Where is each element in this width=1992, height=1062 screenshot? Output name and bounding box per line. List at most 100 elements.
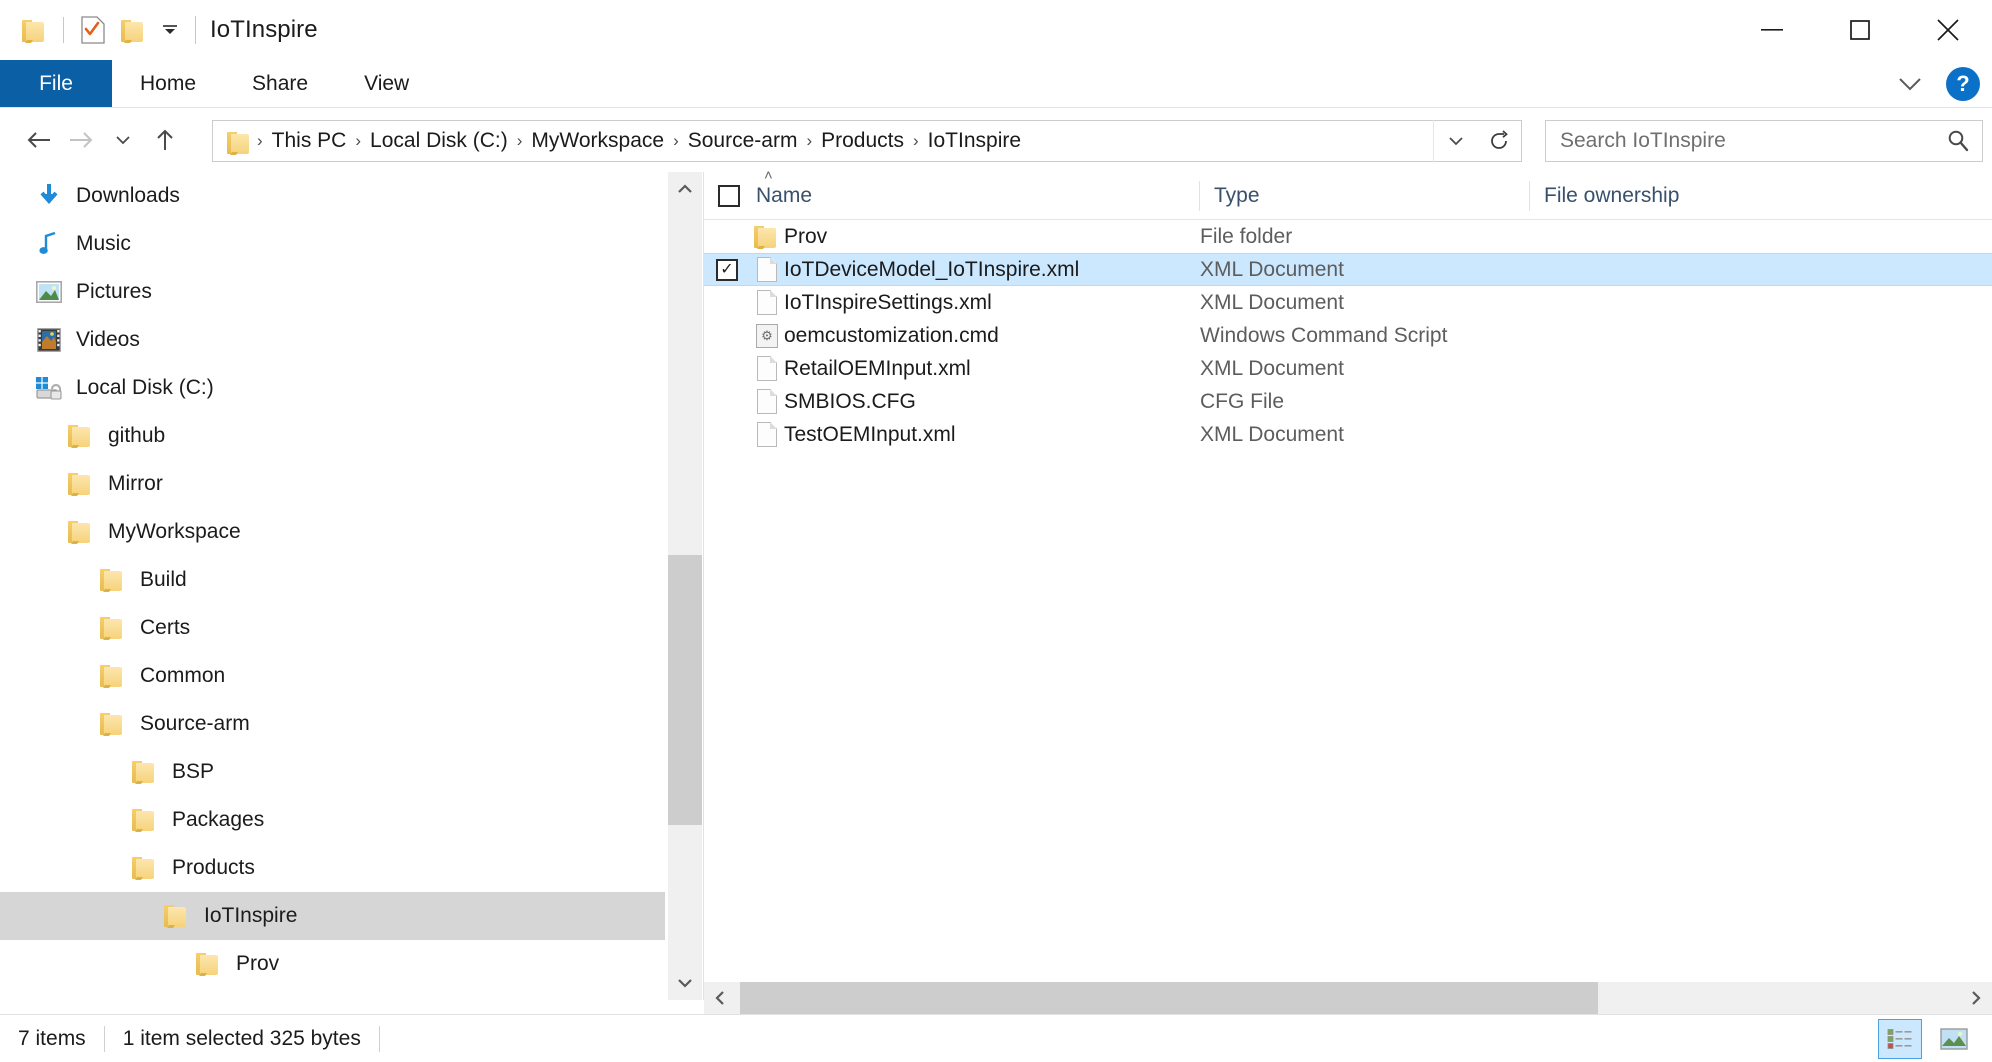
tab-share[interactable]: Share — [224, 60, 336, 107]
column-header-row: ˄ Name Type File ownership — [704, 172, 1992, 220]
title-bar: IoTInspire — [0, 0, 1992, 60]
column-header-type[interactable]: Type — [1200, 172, 1530, 220]
column-header-type-label: Type — [1214, 184, 1260, 208]
xml-file-icon — [750, 290, 784, 315]
expand-ribbon-chevron-down-icon[interactable] — [1890, 64, 1930, 104]
column-header-name[interactable]: ˄ Name — [704, 172, 1200, 220]
details-view-button[interactable] — [1878, 1019, 1922, 1059]
forward-button[interactable] — [60, 117, 102, 163]
scroll-left-arrow-icon[interactable] — [704, 982, 736, 1014]
table-row[interactable]: ⚙oemcustomization.cmdWindows Command Scr… — [704, 319, 1992, 352]
sidebar-item-pictures[interactable]: Pictures — [0, 268, 665, 316]
tab-view[interactable]: View — [336, 60, 437, 107]
sidebar-item-packages[interactable]: Packages — [0, 796, 665, 844]
ribbon-right-controls: ? — [1890, 60, 1980, 108]
table-row[interactable]: TestOEMInput.xmlXML Document — [704, 418, 1992, 451]
sidebar-item-music[interactable]: Music — [0, 220, 665, 268]
file-name-cell: RetailOEMInput.xml — [784, 357, 1200, 381]
sidebar-item-products[interactable]: Products — [0, 844, 665, 892]
new-folder-icon[interactable] — [113, 10, 153, 50]
large-icons-view-button[interactable] — [1932, 1019, 1976, 1059]
help-button[interactable]: ? — [1946, 67, 1980, 101]
breadcrumb-item-products[interactable]: Products — [814, 129, 911, 153]
file-type-cell: XML Document — [1200, 291, 1530, 315]
status-item-count: 7 items — [0, 1027, 104, 1051]
quick-access-toolbar: IoTInspire — [0, 10, 318, 50]
table-row[interactable]: IoTInspireSettings.xmlXML Document — [704, 286, 1992, 319]
search-box[interactable]: Search IoTInspire — [1545, 120, 1983, 162]
sidebar-item-myworkspace[interactable]: MyWorkspace — [0, 508, 665, 556]
tab-home[interactable]: Home — [112, 60, 224, 107]
select-all-checkbox[interactable] — [718, 185, 740, 207]
column-header-file-ownership[interactable]: File ownership — [1530, 172, 1890, 220]
status-divider — [379, 1026, 380, 1052]
sidebar-item-label: Source-arm — [140, 712, 250, 736]
recent-locations-chevron-down-icon[interactable] — [102, 117, 144, 163]
row-checkbox[interactable]: ✓ — [704, 259, 750, 281]
sidebar-item-bsp[interactable]: BSP — [0, 748, 665, 796]
navigation-scrollbar-thumb[interactable] — [668, 555, 702, 825]
file-rows: ProvFile folder✓IoTDeviceModel_IoTInspir… — [704, 220, 1992, 451]
navigation-pane-scrollbar[interactable] — [668, 172, 702, 1000]
tab-file[interactable]: File — [0, 60, 112, 107]
table-row[interactable]: RetailOEMInput.xmlXML Document — [704, 352, 1992, 385]
window-title: IoTInspire — [210, 16, 318, 44]
address-dropdown-chevron-down-icon[interactable] — [1433, 120, 1477, 162]
sidebar-item-common[interactable]: Common — [0, 652, 665, 700]
horizontal-scrollbar-thumb[interactable] — [740, 982, 1598, 1014]
sidebar-item-github[interactable]: github — [0, 412, 665, 460]
sidebar-item-label: Prov — [236, 952, 279, 976]
breadcrumb-item-myworkspace[interactable]: MyWorkspace — [524, 129, 671, 153]
sidebar-item-mirror[interactable]: Mirror — [0, 460, 665, 508]
music-icon — [34, 229, 64, 259]
minimize-button[interactable] — [1728, 0, 1816, 60]
folder-icon — [66, 517, 96, 547]
table-row[interactable]: ✓IoTDeviceModel_IoTInspire.xmlXML Docume… — [704, 253, 1992, 286]
sidebar-item-producta[interactable]: ProductA — [0, 988, 665, 1000]
scroll-right-arrow-icon[interactable] — [1960, 982, 1992, 1014]
folder-icon — [194, 949, 224, 979]
file-type-cell: CFG File — [1200, 390, 1530, 414]
breadcrumb-separator: › — [804, 131, 814, 151]
folder-icon[interactable] — [14, 10, 54, 50]
search-input[interactable]: Search IoTInspire — [1560, 129, 1946, 153]
sidebar-item-label: Products — [172, 856, 255, 880]
status-selection-info: 1 item selected 325 bytes — [105, 1027, 379, 1051]
breadcrumb-item-iotinspire[interactable]: IoTInspire — [921, 129, 1028, 153]
sidebar-item-downloads[interactable]: Downloads — [0, 172, 665, 220]
sidebar-item-label: Build — [140, 568, 187, 592]
address-bar[interactable]: › This PC › Local Disk (C:) › MyWorkspac… — [212, 120, 1522, 162]
table-row[interactable]: ProvFile folder — [704, 220, 1992, 253]
folder-icon — [98, 613, 128, 643]
sidebar-item-source-arm[interactable]: Source-arm — [0, 700, 665, 748]
sidebar-item-label: MyWorkspace — [108, 520, 241, 544]
sidebar-item-certs[interactable]: Certs — [0, 604, 665, 652]
folder-icon — [66, 469, 96, 499]
close-button[interactable] — [1904, 0, 1992, 60]
refresh-button[interactable] — [1477, 120, 1521, 162]
folder-icon — [98, 565, 128, 595]
properties-icon[interactable] — [73, 10, 113, 50]
sidebar-item-iotinspire[interactable]: IoTInspire — [0, 892, 665, 940]
sidebar-item-build[interactable]: Build — [0, 556, 665, 604]
sidebar-item-prov[interactable]: Prov — [0, 940, 665, 988]
up-button[interactable] — [144, 117, 186, 163]
sidebar-item-videos[interactable]: Videos — [0, 316, 665, 364]
search-icon[interactable] — [1946, 129, 1970, 153]
sidebar-item-local-disk-c[interactable]: Local Disk (C:) — [0, 364, 665, 412]
scroll-up-arrow-icon[interactable] — [668, 172, 702, 206]
ribbon-tab-bar: File Home Share View ? — [0, 60, 1992, 108]
breadcrumb-item-source-arm[interactable]: Source-arm — [681, 129, 805, 153]
scroll-down-arrow-icon[interactable] — [668, 966, 702, 1000]
chevron-down-icon[interactable] — [153, 10, 187, 50]
breadcrumb-item-local-disk[interactable]: Local Disk (C:) — [363, 129, 515, 153]
file-list-horizontal-scrollbar[interactable] — [704, 982, 1992, 1014]
toolbar-divider — [63, 17, 64, 43]
table-row[interactable]: SMBIOS.CFGCFG File — [704, 385, 1992, 418]
breadcrumb-item-this-pc[interactable]: This PC — [265, 129, 354, 153]
file-name-cell: Prov — [784, 225, 1200, 249]
file-list-pane: ˄ Name Type File ownership ProvFile fold… — [704, 172, 1992, 1000]
back-button[interactable] — [18, 117, 60, 163]
file-name-cell: IoTInspireSettings.xml — [784, 291, 1200, 315]
maximize-button[interactable] — [1816, 0, 1904, 60]
